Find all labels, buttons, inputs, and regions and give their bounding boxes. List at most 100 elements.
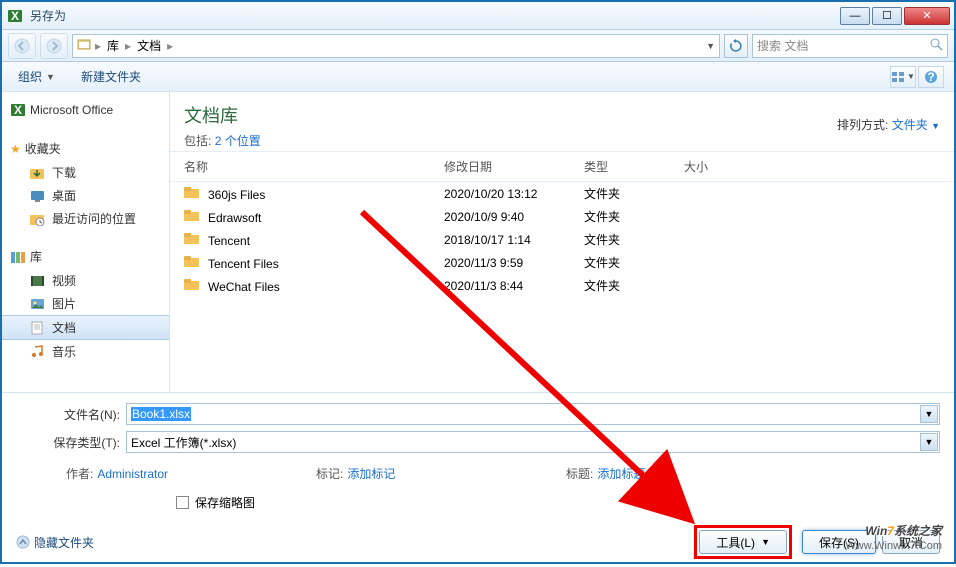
hide-folders-button[interactable]: 隐藏文件夹 (16, 534, 94, 551)
includes-label: 包括: (184, 134, 211, 148)
sidebar-item-downloads[interactable]: 下载 (2, 161, 169, 184)
savetype-value: Excel 工作簿(*.xlsx) (131, 434, 236, 451)
filename-label: 文件名(N): (16, 406, 126, 423)
column-date[interactable]: 修改日期 (444, 158, 584, 175)
maximize-button[interactable]: ☐ (872, 7, 902, 25)
tags-label: 标记: (316, 465, 343, 482)
download-icon (30, 166, 46, 180)
filename-input[interactable]: Book1.xlsx ▼ (126, 403, 940, 425)
breadcrumb-item[interactable]: 库 (103, 37, 123, 54)
column-headers[interactable]: 名称 修改日期 类型 大小 (170, 152, 954, 182)
folder-icon (184, 277, 202, 293)
search-input[interactable]: 搜索 文档 (752, 34, 948, 58)
close-button[interactable]: ✕ (904, 7, 950, 25)
row-type: 文件夹 (584, 185, 684, 202)
view-mode-button[interactable]: ▼ (890, 66, 916, 88)
author-value[interactable]: Administrator (97, 467, 168, 481)
folder-icon (184, 185, 202, 201)
savetype-dropdown-icon[interactable]: ▼ (920, 433, 938, 451)
sidebar-microsoft-office[interactable]: X Microsoft Office (2, 98, 169, 122)
excel-icon: X (6, 7, 24, 25)
row-name: Tencent (208, 234, 250, 248)
chevron-right-icon: ▸ (93, 39, 103, 53)
row-name: WeChat Files (208, 280, 280, 294)
includes-link[interactable]: 2 个位置 (215, 134, 261, 148)
thumbnail-checkbox[interactable] (176, 496, 189, 509)
table-row[interactable]: Tencent2018/10/17 1:14文件夹 (170, 228, 954, 251)
row-date: 2020/10/20 13:12 (444, 187, 584, 201)
nav-row: ▸ 库 ▸ 文档 ▸ ▼ 搜索 文档 (2, 30, 954, 62)
desktop-icon (30, 189, 46, 203)
excel-icon: X (10, 102, 26, 118)
table-row[interactable]: 360js Files2020/10/20 13:12文件夹 (170, 182, 954, 205)
table-row[interactable]: Tencent Files 2020/11/3 9:59文件夹 (170, 251, 954, 274)
chevron-right-icon: ▸ (123, 39, 133, 53)
sidebar-libraries[interactable]: 库 (2, 244, 169, 269)
breadcrumb[interactable]: ▸ 库 ▸ 文档 ▸ ▼ (72, 34, 720, 58)
save-button[interactable]: 保存(S) (802, 530, 876, 554)
sort-value[interactable]: 文件夹 ▼ (892, 118, 940, 132)
footer: 隐藏文件夹 工具(L) ▼ 保存(S) 取消 (2, 517, 954, 567)
column-size[interactable]: 大小 (684, 158, 764, 175)
picture-icon (30, 297, 46, 311)
row-type: 文件夹 (584, 208, 684, 225)
document-icon (30, 321, 46, 335)
row-date: 2020/10/9 9:40 (444, 210, 584, 224)
sidebar-item-videos[interactable]: 视频 (2, 269, 169, 292)
filename-dropdown-icon[interactable]: ▼ (920, 405, 938, 423)
savetype-select[interactable]: Excel 工作簿(*.xlsx) ▼ (126, 431, 940, 453)
chevron-down-icon: ▼ (907, 72, 915, 81)
table-row[interactable]: WeChat Files2020/11/3 8:44文件夹 (170, 274, 954, 297)
row-type: 文件夹 (584, 254, 684, 271)
column-type[interactable]: 类型 (584, 158, 684, 175)
tags-value[interactable]: 添加标记 (347, 465, 395, 482)
svg-text:X: X (11, 9, 19, 23)
folder-icon (184, 231, 202, 247)
sort-label: 排列方式: (837, 118, 888, 132)
video-icon (30, 274, 46, 288)
chevron-down-icon: ▼ (46, 72, 55, 82)
author-label: 作者: (66, 465, 93, 482)
minimize-button[interactable]: — (840, 7, 870, 25)
refresh-button[interactable] (724, 34, 748, 58)
file-list-panel: 文档库 包括: 2 个位置 排列方式: 文件夹 ▼ 名称 修改日期 类型 大小 … (170, 92, 954, 392)
svg-text:?: ? (927, 70, 934, 84)
tools-highlight-box: 工具(L) ▼ (694, 525, 792, 559)
window-title: 另存为 (30, 7, 838, 24)
library-icon (10, 250, 26, 264)
title-value[interactable]: 添加标题 (597, 465, 645, 482)
tools-button[interactable]: 工具(L) ▼ (699, 530, 787, 554)
breadcrumb-item[interactable]: 文档 (133, 37, 165, 54)
breadcrumb-dropdown-icon[interactable]: ▼ (706, 41, 715, 51)
svg-text:X: X (14, 103, 22, 117)
file-rows: 360js Files2020/10/20 13:12文件夹Edrawsoft2… (170, 182, 954, 297)
row-name: Tencent Files (208, 257, 279, 271)
breadcrumb-root-icon (77, 37, 93, 54)
new-folder-button[interactable]: 新建文件夹 (75, 65, 147, 88)
search-icon (930, 38, 943, 54)
recent-icon (30, 212, 46, 226)
chevron-right-icon: ▸ (165, 39, 175, 53)
sidebar-item-desktop[interactable]: 桌面 (2, 184, 169, 207)
chevron-up-icon (16, 535, 30, 549)
star-icon: ★ (10, 142, 21, 156)
sidebar-item-recent[interactable]: 最近访问的位置 (2, 207, 169, 230)
cancel-button[interactable]: 取消 (882, 530, 940, 554)
titlebar: X 另存为 — ☐ ✕ (2, 2, 954, 30)
row-date: 2018/10/17 1:14 (444, 233, 584, 247)
table-row[interactable]: Edrawsoft2020/10/9 9:40文件夹 (170, 205, 954, 228)
dialog-body: X Microsoft Office ★ 收藏夹 下载 桌面 最近访问的位置 库 (2, 92, 954, 392)
back-button[interactable] (8, 33, 36, 59)
folder-icon (184, 208, 202, 224)
organize-button[interactable]: 组织▼ (12, 65, 61, 88)
row-date: 2020/11/3 9:59 (444, 256, 584, 270)
sidebar-item-pictures[interactable]: 图片 (2, 292, 169, 315)
sidebar-favorites[interactable]: ★ 收藏夹 (2, 136, 169, 161)
sidebar-item-documents[interactable]: 文档 (2, 315, 169, 340)
help-button[interactable]: ? (918, 66, 944, 88)
forward-button[interactable] (40, 33, 68, 59)
sidebar-item-music[interactable]: 音乐 (2, 340, 169, 363)
library-title: 文档库 (184, 102, 261, 128)
column-name[interactable]: 名称 (184, 158, 444, 175)
library-header: 文档库 包括: 2 个位置 排列方式: 文件夹 ▼ (170, 92, 954, 152)
